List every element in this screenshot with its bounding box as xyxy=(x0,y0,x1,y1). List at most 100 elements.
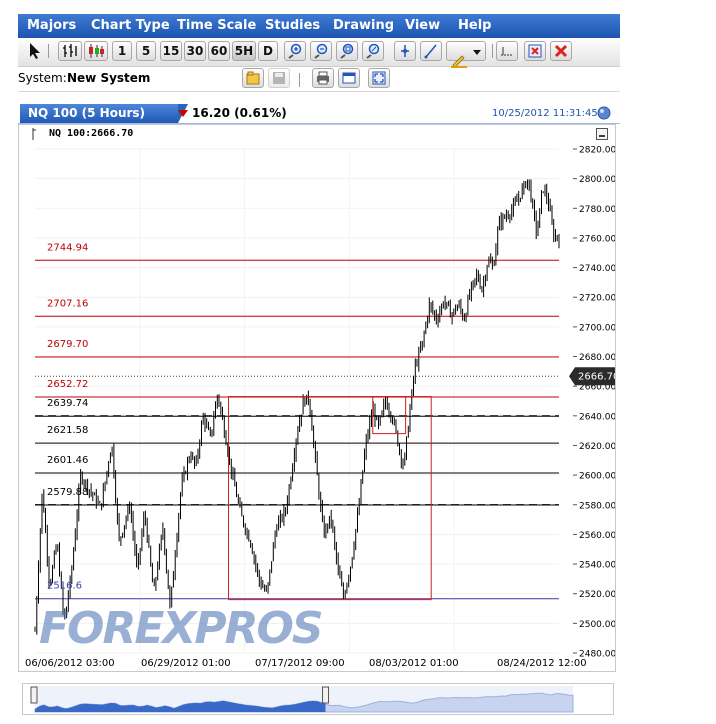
chart-frame: 2744.94 2707.16 2679.70 2652.72 2639.74 2621.… xyxy=(18,124,616,672)
folder-icon xyxy=(246,71,260,85)
zoom-reset-button[interactable] xyxy=(362,41,384,61)
y-tick-label: 2700.00 xyxy=(579,323,615,333)
y-tick-label: 2760.00 xyxy=(579,234,615,244)
x-tick-label: 06/29/2012 01:00 xyxy=(141,658,231,669)
zoom-out-icon xyxy=(314,43,328,59)
grid-lines-icon xyxy=(501,47,513,56)
trendline-icon xyxy=(424,44,437,59)
close-chart-button[interactable] xyxy=(550,41,572,61)
fib-level-label: 2707.16 xyxy=(47,298,88,309)
y-tick-label: 2640.00 xyxy=(579,412,615,422)
navigator-overview xyxy=(30,686,574,713)
y-tick-label: 2520.00 xyxy=(579,590,615,600)
y-tick-label: 2540.00 xyxy=(579,561,615,571)
menu-bar: Majors Chart Type Time Scale Studies Dra… xyxy=(18,14,620,38)
system-name[interactable]: New System xyxy=(67,71,150,85)
interval-5h-button[interactable]: 5H xyxy=(232,41,256,61)
trendline-button[interactable] xyxy=(420,41,442,61)
fib-level-label: 2601.46 xyxy=(47,455,88,466)
menu-drawing[interactable]: Drawing xyxy=(333,18,394,33)
ohlc-chart-button[interactable] xyxy=(58,41,82,61)
pointer-icon[interactable] xyxy=(28,42,42,63)
y-tick-label: 2580.00 xyxy=(579,501,615,511)
interval-15-button[interactable]: 15 xyxy=(160,41,182,61)
y-tick-label: 2740.00 xyxy=(579,264,615,274)
watermark-logo: FOREXPROS xyxy=(39,603,324,654)
system-label: System: xyxy=(18,71,67,85)
y-tick-label: 2780.00 xyxy=(579,205,615,215)
y-tick-label: 2680.00 xyxy=(579,353,615,363)
fullscreen-icon xyxy=(372,71,386,85)
y-tick-label: 2560.00 xyxy=(579,531,615,541)
menu-majors[interactable]: Majors xyxy=(27,18,76,33)
toolbar-separator xyxy=(48,44,49,58)
interval-5-button[interactable]: 5 xyxy=(136,41,156,61)
interval-daily-button[interactable]: D xyxy=(258,41,278,61)
y-tick-label: 2720.00 xyxy=(579,294,615,304)
y-tick-label: 2800.00 xyxy=(579,175,615,185)
x-tick-label: 07/17/2012 09:00 xyxy=(255,658,345,669)
chart-navigator[interactable] xyxy=(22,683,614,715)
delete-drawings-button[interactable] xyxy=(524,41,546,61)
refresh-icon[interactable] xyxy=(597,106,611,123)
chart-title: NQ 100:2666.70 xyxy=(49,128,134,139)
drag-handle-icon[interactable] xyxy=(31,128,39,143)
zoom-fit-icon xyxy=(340,43,354,59)
y-tick-label: 2600.00 xyxy=(579,472,615,482)
crosshair-icon xyxy=(401,45,409,57)
fib-level-label: 2744.94 xyxy=(47,242,88,253)
menu-help[interactable]: Help xyxy=(458,18,491,33)
fib-level-label: 2652.72 xyxy=(47,379,88,390)
navigator-left-handle xyxy=(30,686,38,704)
y-tick-label: 2500.00 xyxy=(579,620,615,630)
price-chart[interactable]: 2744.94 2707.16 2679.70 2652.72 2639.74 2621.… xyxy=(19,125,615,671)
toolbar-separator xyxy=(492,44,493,58)
interval-30-button[interactable]: 30 xyxy=(184,41,206,61)
save-icon xyxy=(273,72,285,84)
print-icon xyxy=(317,71,329,85)
grid-lines-button[interactable] xyxy=(496,41,518,61)
draw-color-dropdown[interactable] xyxy=(446,41,486,68)
menu-time-scale[interactable]: Time Scale xyxy=(177,18,256,33)
zoom-out-button[interactable] xyxy=(310,41,332,61)
zoom-fit-button[interactable] xyxy=(336,41,358,61)
open-system-button[interactable] xyxy=(242,68,264,88)
fib-level-label: 2516.6 xyxy=(47,581,82,592)
fullscreen-button[interactable] xyxy=(368,68,390,88)
chart-timestamp: 10/25/2012 11:31:45 xyxy=(492,108,598,119)
menu-chart-type[interactable]: Chart Type xyxy=(91,18,170,33)
zoom-reset-icon xyxy=(366,43,380,59)
save-system-button[interactable] xyxy=(268,68,290,88)
zoom-in-icon xyxy=(288,43,302,59)
menu-view[interactable]: View xyxy=(405,18,440,33)
delete-drawings-icon xyxy=(528,44,542,58)
crosshair-button[interactable] xyxy=(394,41,416,61)
menu-studies[interactable]: Studies xyxy=(265,18,320,33)
window-icon xyxy=(342,72,356,84)
fib-level-label: 2679.70 xyxy=(47,339,88,350)
current-price-label: 2666.70 xyxy=(578,372,615,383)
interval-1-button[interactable]: 1 xyxy=(112,41,132,61)
navigator-right-handle xyxy=(322,686,330,704)
fib-level-label: 2621.58 xyxy=(47,425,88,436)
candlestick-icon xyxy=(89,44,104,58)
down-arrow-icon xyxy=(178,110,188,117)
ohlc-bars-icon xyxy=(63,44,77,57)
x-tick-label: 08/03/2012 01:00 xyxy=(369,658,459,669)
minimize-icon[interactable] xyxy=(596,128,608,143)
interval-60-button[interactable]: 60 xyxy=(208,41,230,61)
fib-level-label: 2639.74 xyxy=(47,398,88,409)
box-drawing xyxy=(228,396,432,601)
fib-level-label: 2579.88 xyxy=(47,487,88,498)
candlestick-chart-button[interactable] xyxy=(84,41,108,61)
current-price-badge: 2666.70 xyxy=(569,367,615,386)
snapshot-button[interactable] xyxy=(338,68,360,88)
instrument-tab[interactable]: NQ 100 (5 Hours) xyxy=(20,104,178,123)
zoom-in-button[interactable] xyxy=(284,41,306,61)
y-tick-label: 2620.00 xyxy=(579,442,615,452)
x-tick-label: 06/06/2012 03:00 xyxy=(25,658,115,669)
chevron-down-icon xyxy=(473,50,481,55)
system-row: System: New System xyxy=(18,67,620,92)
print-button[interactable] xyxy=(312,68,334,88)
price-change: 16.20 (0.61%) xyxy=(192,106,287,120)
